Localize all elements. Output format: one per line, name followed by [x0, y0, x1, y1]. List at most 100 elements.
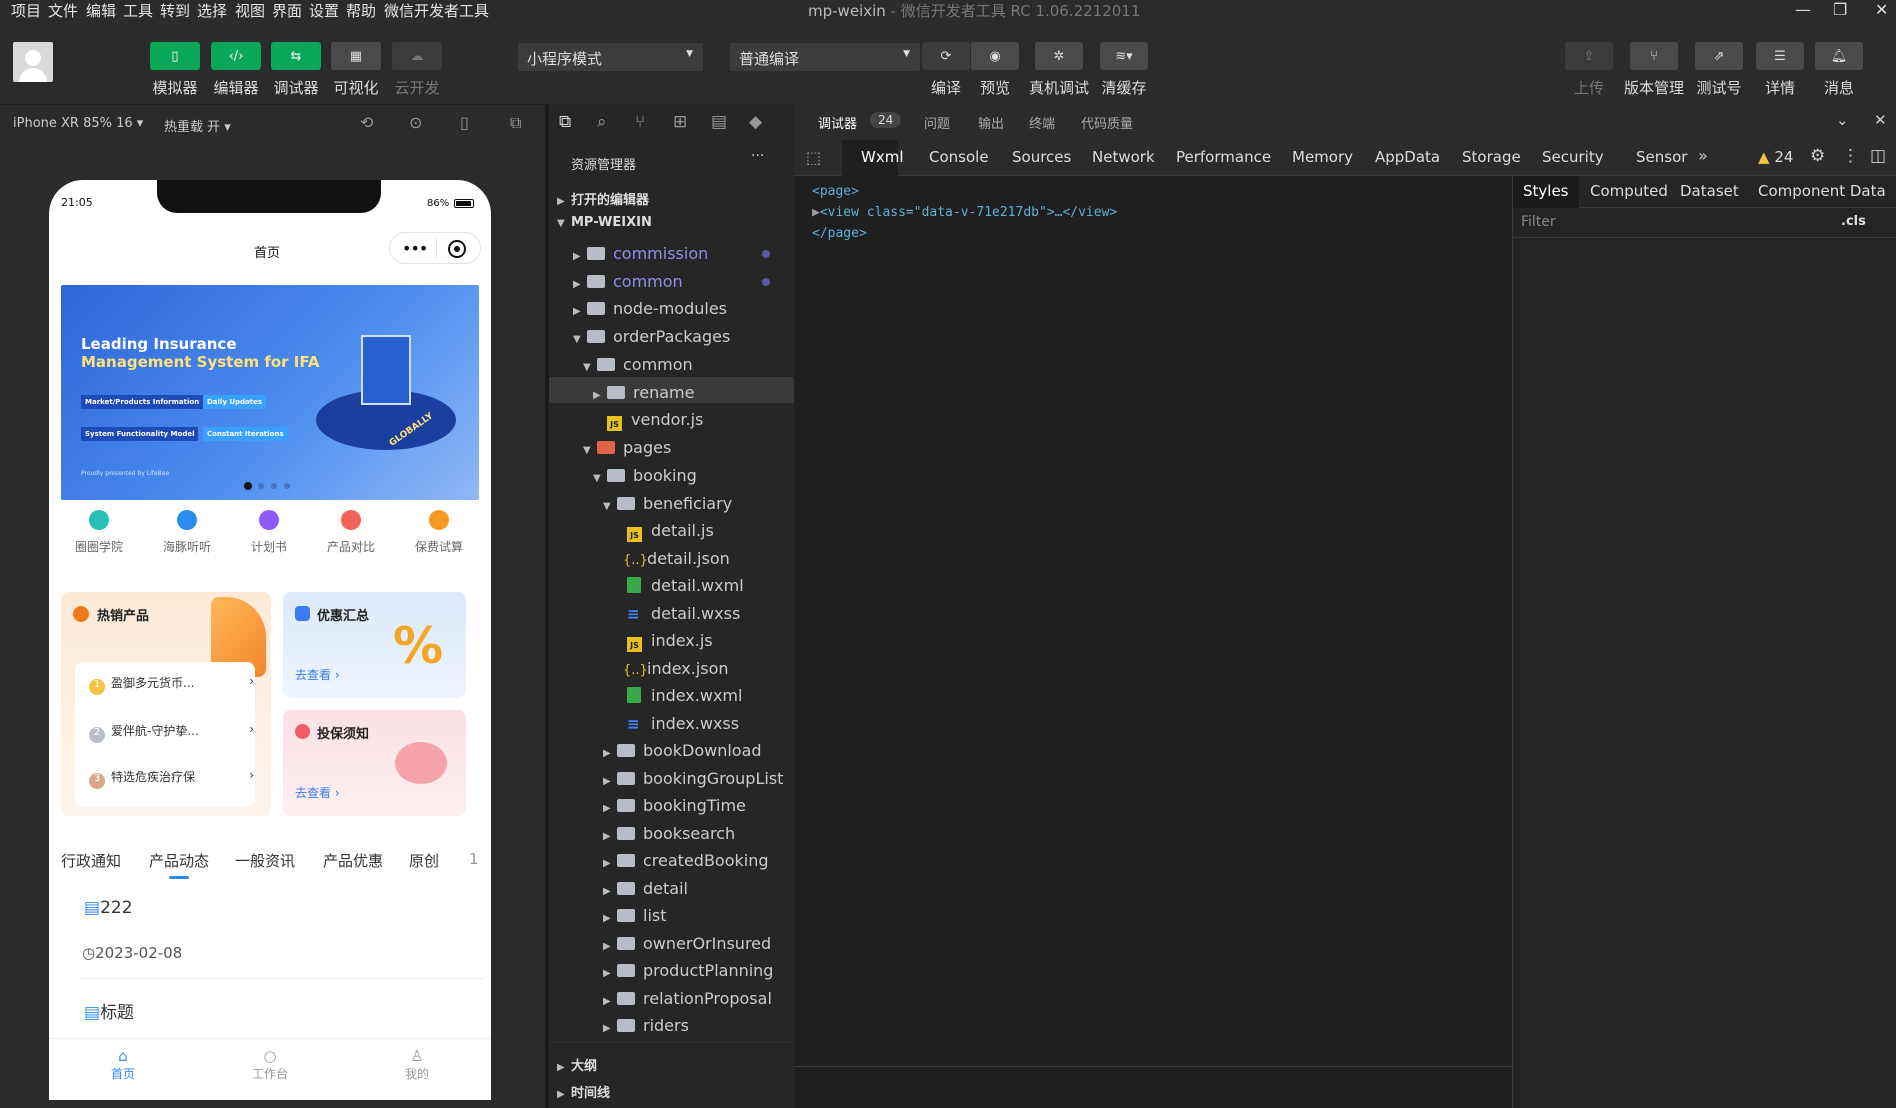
tree-folder[interactable]: ▶ ownerOrInsured — [603, 934, 771, 953]
warnings-count[interactable]: ▲ 24 — [1758, 148, 1793, 166]
compile-select[interactable]: 普通编译 ▼ — [730, 43, 920, 71]
hot-product-item[interactable]: 1 盈御多元货币... › — [89, 674, 254, 695]
preview-button[interactable]: ◉ — [971, 42, 1019, 70]
upload-button[interactable]: ⇪ — [1565, 42, 1613, 70]
tab-styles[interactable]: Styles — [1513, 176, 1579, 208]
more-icon[interactable]: ••• — [402, 239, 428, 258]
tree-folder[interactable]: ▶ bookDownload — [603, 741, 762, 760]
notice-card[interactable]: 投保须知 去查看 › — [283, 710, 466, 816]
close-window-icon[interactable]: ✕ — [1875, 0, 1888, 19]
menu-edit[interactable]: 编辑 — [86, 0, 116, 21]
nav-mine[interactable]: ♙ 我的 — [387, 1047, 447, 1082]
tree-folder[interactable]: ▶ node-modules — [573, 299, 727, 318]
tree-folder[interactable]: ▶ commission — [573, 244, 708, 263]
code-line[interactable]: </page> — [812, 226, 867, 241]
test-account-button[interactable]: ⇗ — [1695, 42, 1743, 70]
tab-code-quality[interactable]: 代码质量 — [1081, 113, 1133, 132]
tab-original[interactable]: 原创 — [409, 850, 439, 871]
hot-product-item[interactable]: 2 爱伴航-守护挚... › — [89, 722, 254, 743]
more-tabs-icon[interactable]: » — [1698, 146, 1708, 165]
cloud-button[interactable]: ☁ — [392, 42, 442, 70]
tree-folder[interactable]: ▶ list — [603, 906, 667, 925]
notice-link[interactable]: 去查看 › — [295, 784, 340, 801]
root-folder[interactable]: ▼ MP-WEIXIN — [557, 215, 652, 230]
quick-item[interactable]: 保费试算 — [399, 510, 479, 555]
tab-general-info[interactable]: 一般资讯 — [235, 850, 295, 871]
code-line[interactable]: ▶<view class="data-v-71e217db">…</view> — [812, 205, 1117, 220]
tab-sources[interactable]: Sources — [1012, 148, 1071, 166]
close-capsule-icon[interactable] — [448, 240, 466, 258]
more-icon[interactable]: ··· — [751, 148, 764, 164]
tree-folder[interactable]: ▶ detail — [603, 879, 688, 898]
stop-icon[interactable]: ⊙ — [409, 113, 422, 132]
nav-home[interactable]: ⌂ 首页 — [93, 1047, 153, 1082]
tab-console[interactable]: Console — [929, 148, 989, 166]
quick-item[interactable]: 产品对比 — [311, 510, 391, 555]
popout-icon[interactable]: ⧉ — [510, 113, 521, 133]
tree-file[interactable]: JS detail.js — [627, 521, 714, 542]
tab-memory[interactable]: Memory — [1292, 148, 1353, 166]
banner[interactable]: Leading Insurance Management System for … — [61, 285, 479, 500]
tree-folder[interactable]: ▶ bookingTime — [603, 796, 746, 815]
menu-tools[interactable]: 工具 — [123, 0, 153, 21]
tree-folder[interactable]: ▼ pages — [583, 438, 671, 457]
tree-folder[interactable]: ▼ beneficiary — [603, 494, 732, 513]
menu-project[interactable]: 项目 — [11, 0, 41, 21]
tab-wxml[interactable]: Wxml — [861, 148, 904, 166]
chevron-down-icon[interactable]: ⌄ — [1836, 111, 1849, 129]
maximize-icon[interactable]: ❐ — [1833, 0, 1847, 19]
tree-folder[interactable]: ▶ common — [573, 272, 683, 291]
capsule-button[interactable]: ••• — [389, 232, 481, 264]
carousel-dot[interactable] — [258, 483, 264, 489]
hot-product-item[interactable]: 3 特选危疾治疗保 › — [89, 768, 254, 789]
news-item-title[interactable]: ▤标题 — [84, 998, 134, 1023]
tree-folder[interactable]: ▶ createdBooking — [603, 851, 769, 870]
docker-icon[interactable]: ◆ — [749, 112, 762, 132]
tree-folder[interactable]: ▶ productPlanning — [603, 961, 773, 980]
search-icon[interactable]: ⌕ — [597, 112, 607, 132]
tree-file[interactable]: detail.wxml — [627, 576, 744, 595]
promo-link[interactable]: 去查看 › — [295, 666, 340, 683]
tab-network[interactable]: Network — [1092, 148, 1155, 166]
cls-toggle[interactable]: .cls — [1841, 214, 1866, 229]
tree-folder[interactable]: ▶ booksearch — [603, 824, 735, 843]
tree-file[interactable]: {..}detail.json — [623, 549, 730, 568]
open-editors-section[interactable]: ▶ 打开的编辑器 — [557, 189, 649, 208]
menu-help[interactable]: 帮助 — [346, 0, 376, 21]
quick-item[interactable]: 海豚听听 — [147, 510, 227, 555]
tree-folder[interactable]: ▶ bookingGroupList — [603, 769, 783, 788]
promo-card[interactable]: 优惠汇总 去查看 › % — [283, 592, 466, 698]
carousel-dot[interactable] — [271, 483, 277, 489]
device-icon[interactable]: ▯ — [460, 113, 469, 132]
editor-button[interactable]: ‹/› — [211, 42, 261, 70]
tab-debugger[interactable]: 调试器 — [818, 113, 857, 132]
tree-folder[interactable]: ▼ orderPackages — [573, 327, 730, 346]
messages-button[interactable]: 🔔︎ — [1815, 42, 1863, 70]
tab-computed[interactable]: Computed — [1590, 182, 1668, 200]
tab-component-data[interactable]: Component Data — [1758, 182, 1886, 200]
menu-settings[interactable]: 设置 — [309, 0, 339, 21]
quick-item[interactable]: 圈圈学院 — [59, 510, 139, 555]
tab-product-offers[interactable]: 产品优惠 — [323, 850, 383, 871]
carousel-dot[interactable] — [284, 483, 290, 489]
debugger-button[interactable]: ⇆ — [271, 42, 321, 70]
tab-dataset[interactable]: Dataset — [1680, 182, 1739, 200]
remote-debug-button[interactable]: ✲ — [1035, 42, 1083, 70]
hotreload-select[interactable]: 热重载 开 ▾ — [164, 116, 231, 135]
tab-security[interactable]: Security — [1542, 148, 1604, 166]
tree-file[interactable]: index.wxml — [627, 686, 742, 705]
timeline-section[interactable]: ▶ 时间线 — [557, 1082, 610, 1101]
tree-file[interactable]: JS vendor.js — [607, 410, 703, 431]
dock-icon[interactable]: ◫ — [1870, 146, 1886, 166]
menu-view[interactable]: 视图 — [235, 0, 265, 21]
visual-button[interactable]: ▦ — [331, 42, 381, 70]
tab-problems[interactable]: 问题 — [924, 113, 950, 132]
code-line[interactable]: <page> — [812, 184, 859, 199]
tab-output[interactable]: 输出 — [978, 113, 1004, 132]
nav-workbench[interactable]: ○ 工作台 — [240, 1047, 300, 1082]
rotate-icon[interactable]: ⟲ — [360, 113, 373, 132]
gear-icon[interactable]: ⚙ — [1810, 146, 1825, 166]
tab-terminal[interactable]: 终端 — [1029, 113, 1055, 132]
tree-folder[interactable]: ▶ rename — [593, 383, 694, 402]
files-icon[interactable]: ⧉ — [559, 112, 571, 132]
